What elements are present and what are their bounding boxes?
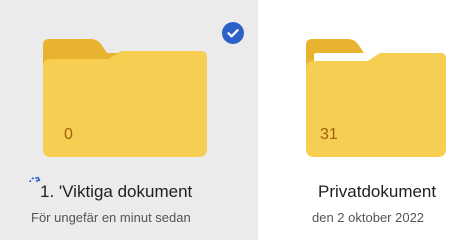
item-count: 0 bbox=[64, 126, 73, 143]
folder-name[interactable]: Privatdokument bbox=[318, 182, 436, 202]
folder-name[interactable]: 1. 'Viktiga dokument bbox=[40, 182, 192, 202]
folder-modified-date: För ungefär en minut sedan bbox=[31, 210, 191, 225]
item-count: 31 bbox=[320, 126, 338, 143]
folder-modified-date: den 2 oktober 2022 bbox=[312, 210, 425, 225]
folder-tile-privatdokument[interactable]: 31 Privatdokument den 2 oktober 2022 bbox=[276, 0, 463, 240]
checkmark-icon[interactable] bbox=[222, 22, 244, 44]
folder-tile-viktiga-dokument[interactable]: 0 1. 'Viktiga dokument För ungefär en mi… bbox=[0, 0, 258, 240]
